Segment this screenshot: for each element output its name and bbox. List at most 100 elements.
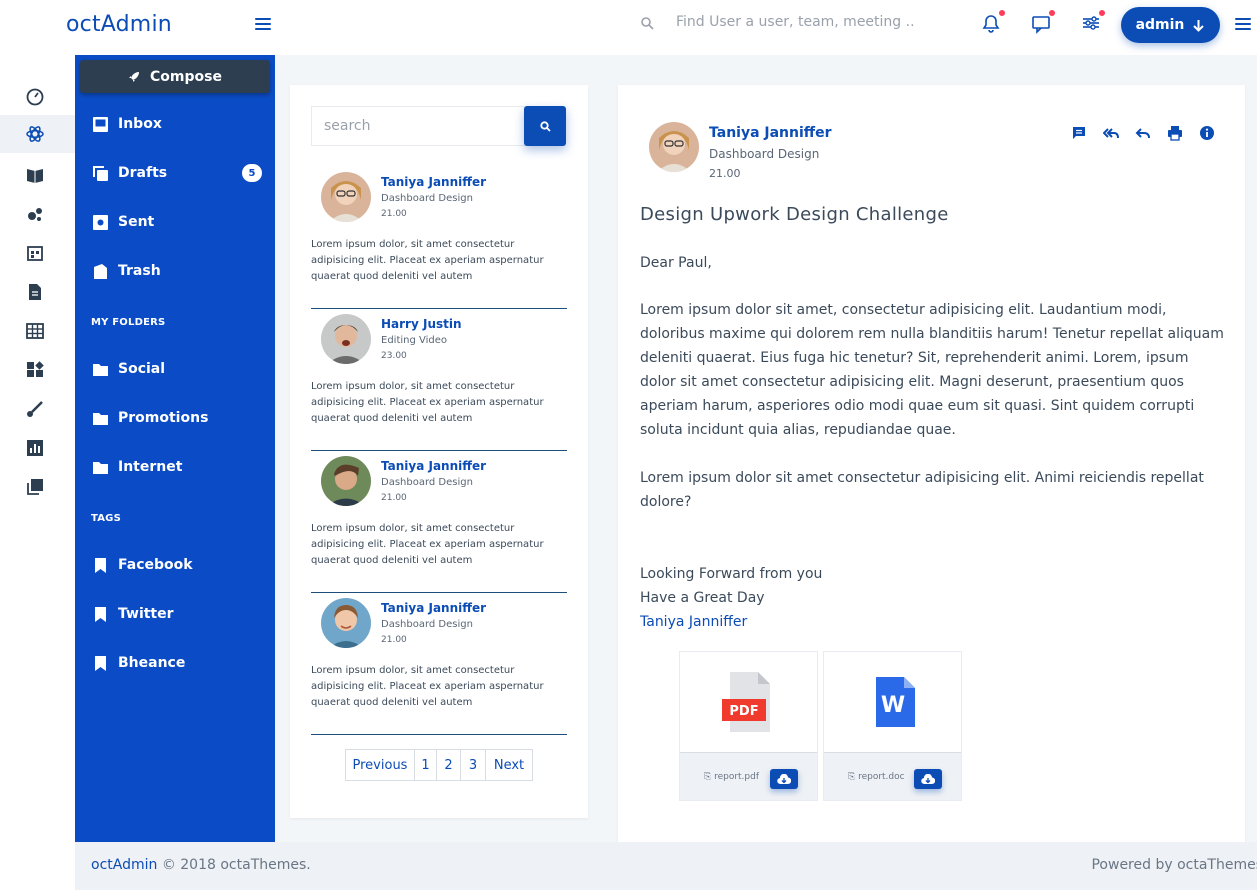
sidebar-item-drafts[interactable]: Drafts 5	[92, 161, 262, 185]
nav-pages[interactable]	[0, 468, 75, 506]
user-menu-label: admin	[1135, 17, 1185, 33]
mail-snippet: Lorem ipsum dolor, sit amet consectetur …	[311, 381, 544, 424]
pagination-page[interactable]: 1	[415, 750, 437, 780]
chat-notification-dot	[1049, 10, 1055, 16]
mail-snippet: Lorem ipsum dolor, sit amet consectetur …	[311, 239, 544, 282]
attachment-file-label: report.pdf	[714, 772, 760, 782]
folder-label: Social	[118, 361, 166, 377]
download-button[interactable]	[914, 769, 942, 789]
user-menu-button[interactable]: admin	[1121, 7, 1220, 43]
dashboard-icon	[26, 88, 44, 106]
cloud-download-icon	[777, 773, 791, 784]
mail-list-item[interactable]: Taniya Janniffer Dashboard Design 21.00 …	[311, 451, 567, 593]
message-closing: Have a Great Day	[640, 590, 765, 606]
chat-icon[interactable]	[1030, 12, 1052, 34]
mail-list-item[interactable]: Taniya Janniffer Dashboard Design 21.00 …	[311, 167, 567, 309]
global-search-input[interactable]	[676, 14, 926, 30]
nav-charts[interactable]	[0, 429, 75, 467]
reply-all-icon[interactable]	[1103, 125, 1119, 141]
nav-dashboard[interactable]	[0, 78, 75, 116]
nav-widgets[interactable]	[0, 351, 75, 389]
mail-list-item[interactable]: Harry Justin Editing Video 23.00 Lorem i…	[311, 309, 567, 451]
mail-subject: Dashboard Design	[381, 193, 473, 204]
mail-time: 23.00	[381, 351, 407, 361]
mail-snippet: Lorem ipsum dolor, sit amet consectetur …	[311, 523, 544, 566]
reply-icon[interactable]	[1135, 125, 1151, 141]
nav-tables[interactable]	[0, 312, 75, 350]
info-icon[interactable]	[1199, 125, 1215, 141]
nav-documents[interactable]	[0, 273, 75, 311]
sidebar-folder-internet[interactable]: Internet	[92, 455, 262, 479]
sidebar-item-trash[interactable]: Trash	[92, 259, 262, 283]
mail-sender: Taniya Janniffer	[381, 601, 487, 615]
compose-button[interactable]: Compose	[80, 60, 270, 93]
cloud-download-icon	[921, 773, 935, 784]
search-icon	[539, 120, 551, 132]
sliders-icon[interactable]	[1080, 12, 1102, 34]
footer-copyright: octAdmin © 2018 octaThemes.	[91, 857, 311, 873]
folder-icon	[93, 461, 108, 474]
nav-docs[interactable]	[0, 156, 75, 194]
sidebar-item-label: Sent	[118, 214, 155, 230]
message-actions	[1071, 125, 1215, 141]
mail-time: 21.00	[381, 635, 407, 645]
pagination-next[interactable]: Next	[486, 750, 532, 780]
sidebar-item-sent[interactable]: Sent	[92, 210, 262, 234]
download-button[interactable]	[770, 769, 798, 789]
pagination-previous[interactable]: Previous	[346, 750, 415, 780]
avatar	[321, 456, 371, 506]
message-paragraph: Lorem ipsum dolor sit amet, consectetur …	[640, 302, 1224, 438]
attachment-file-label: report.doc	[858, 772, 905, 782]
menu-icon[interactable]	[1235, 18, 1251, 30]
top-bar: octAdmin admin	[0, 0, 1257, 55]
nav-apps[interactable]	[0, 115, 75, 153]
sidebar-folder-social[interactable]: Social	[92, 357, 262, 381]
word-badge-text: W	[880, 693, 904, 718]
brand-logo[interactable]: octAdmin	[66, 12, 172, 37]
avatar	[321, 314, 371, 364]
sidebar-tag-twitter[interactable]: Twitter	[92, 602, 262, 626]
widgets-icon	[27, 361, 44, 377]
nav-design[interactable]	[0, 390, 75, 428]
page-footer: octAdmin © 2018 octaThemes. Powered by o…	[75, 842, 1257, 890]
bell-icon[interactable]	[980, 12, 1002, 34]
word-file-icon: W	[824, 652, 961, 752]
sidebar-item-inbox[interactable]: Inbox	[92, 112, 262, 136]
message-title: Design Upwork Design Challenge	[640, 204, 949, 225]
bell-notification-dot	[999, 10, 1005, 16]
sidebar-toggle-icon[interactable]	[255, 18, 271, 30]
copy-icon	[27, 479, 43, 495]
attachment-card: PDF ⎘ report.pdf	[679, 651, 818, 801]
book-icon	[27, 169, 43, 183]
mail-search-button[interactable]	[524, 106, 566, 146]
icon-navigation	[0, 55, 75, 890]
nav-bubbles[interactable]	[0, 195, 75, 233]
sidebar-folder-promotions[interactable]: Promotions	[92, 406, 262, 430]
nav-calendar[interactable]	[0, 234, 75, 272]
tag-label: Bheance	[118, 655, 186, 671]
footer-brand-link[interactable]: octAdmin	[91, 857, 157, 873]
pdf-file-icon: PDF	[680, 652, 817, 752]
calendar-icon	[27, 246, 43, 261]
sidebar-tag-bheance[interactable]: Bheance	[92, 651, 262, 675]
pagination-page[interactable]: 3	[461, 750, 486, 780]
mail-list-item[interactable]: Taniya Janniffer Dashboard Design 21.00 …	[311, 593, 567, 735]
attachment-footer: ⎘ report.pdf	[680, 752, 817, 800]
attachment-footer: ⎘ report.doc	[824, 752, 961, 800]
message-signature[interactable]: Taniya Janniffer	[640, 610, 1225, 634]
pagination-page[interactable]: 2	[437, 750, 461, 780]
mail-sender: Taniya Janniffer	[381, 459, 487, 473]
sidebar-tag-facebook[interactable]: Facebook	[92, 553, 262, 577]
comment-icon[interactable]	[1071, 125, 1087, 141]
search-icon	[641, 17, 654, 30]
mail-search-input[interactable]	[311, 106, 525, 146]
pagination: Previous 1 2 3 Next	[345, 749, 533, 781]
sidebar-item-label: Drafts	[118, 165, 168, 181]
message-sender-subtitle: Dashboard Design	[709, 147, 820, 161]
print-icon[interactable]	[1167, 125, 1183, 141]
arrow-down-icon	[1193, 19, 1205, 32]
message-sender[interactable]: Taniya Janniffer	[709, 125, 832, 141]
folder-icon	[93, 412, 108, 425]
message-paragraph: Lorem ipsum dolor sit amet consectetur a…	[640, 470, 1204, 510]
message-time: 21.00	[709, 167, 741, 180]
